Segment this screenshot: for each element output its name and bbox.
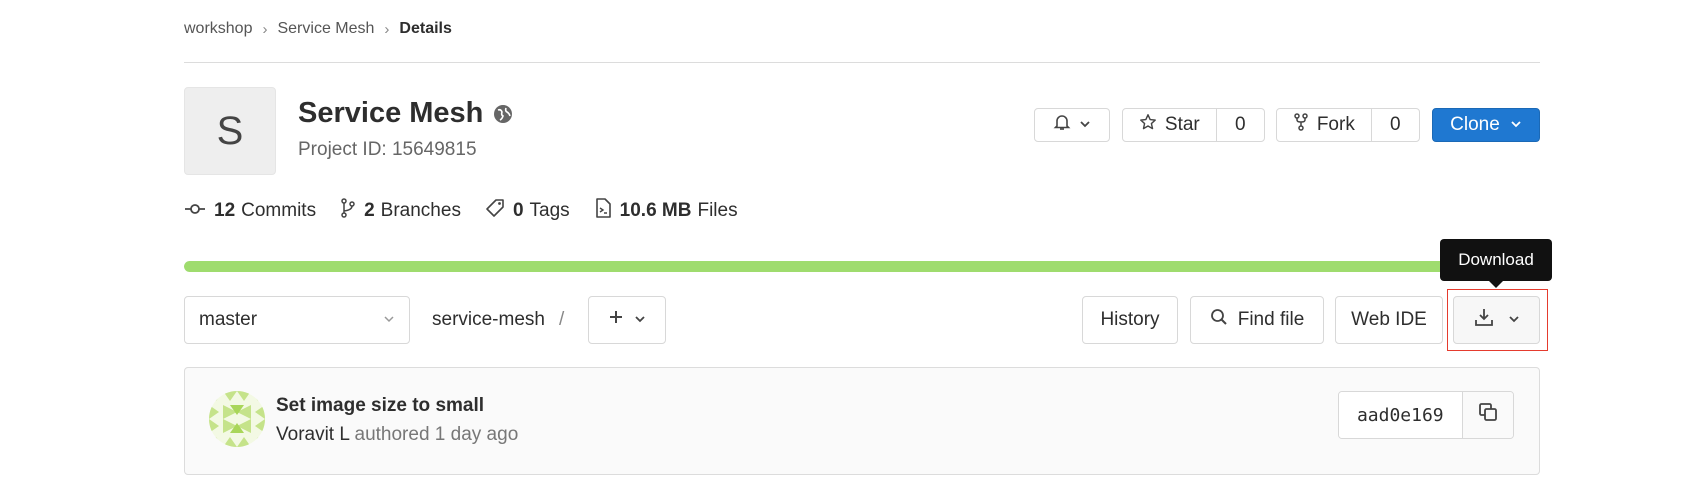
find-file-button[interactable]: Find file [1190,296,1324,344]
path-separator: / [558,309,565,330]
search-icon [1210,308,1228,332]
files-size: 10.6 MB [619,200,692,221]
branches-count: 2 [364,200,375,221]
project-id: Project ID: 15649815 [298,139,477,160]
tags-count: 0 [512,200,524,221]
copy-sha-button[interactable] [1461,392,1513,438]
fork-count[interactable]: 0 [1370,109,1419,141]
tags-label: Tags [529,200,570,221]
last-commit-panel [184,367,1540,475]
breadcrumb-item-workshop[interactable]: workshop [184,20,252,38]
commits-label: Commits [241,200,317,221]
web-ide-button[interactable]: Web IDE [1335,296,1443,344]
commit-author-avatar[interactable] [209,391,265,447]
copy-icon [1478,402,1498,428]
branches-stat[interactable]: 2 Branches [340,198,461,224]
commit-sha[interactable]: aad0e169 [1339,392,1462,438]
tag-icon [485,198,513,224]
commit-sha-group: aad0e169 [1338,391,1514,439]
find-file-label: Find file [1237,309,1305,330]
commit-meta: Voravit L authored 1 day ago [276,424,518,446]
chevron-down-icon [634,309,646,331]
commits-stat[interactable]: 12 Commits [184,200,316,222]
clone-label: Clone [1450,114,1500,135]
chevron-right-icon: › [384,20,390,38]
clone-dropdown-button[interactable]: Clone [1432,108,1540,142]
globe-icon [493,104,513,124]
project-title: Service Mesh [298,97,513,130]
project-stats: 12 Commits 2 Branches 0 Tags 10.6 MB Fil… [184,196,762,226]
branch-select-value: master [199,309,258,330]
fork-button[interactable]: Fork [1277,109,1371,141]
project-avatar: S [184,87,276,175]
bell-icon [1053,113,1071,137]
breadcrumb-item-current[interactable]: Details [399,20,451,38]
path-root-link[interactable]: service-mesh [432,309,545,331]
repo-path: service-mesh / [432,296,578,344]
fork-icon [1293,113,1309,137]
add-to-tree-button[interactable] [588,296,666,344]
star-count[interactable]: 0 [1215,109,1264,141]
star-icon [1139,113,1157,137]
fork-label: Fork [1316,114,1355,135]
files-label: Files [697,200,738,221]
chevron-right-icon: › [262,20,268,38]
file-icon [594,198,620,224]
breadcrumb-item-service-mesh[interactable]: Service Mesh [277,20,374,38]
repository-languages-bar [184,261,1540,272]
history-button[interactable]: History [1082,296,1178,344]
commit-authored-time: authored 1 day ago [354,424,519,445]
commit-author-link[interactable]: Voravit L [276,424,349,445]
star-button[interactable]: Star [1123,109,1216,141]
plus-icon [608,309,624,331]
commits-count: 12 [214,200,236,221]
project-title-text: Service Mesh [298,97,484,129]
notification-dropdown-button[interactable] [1034,108,1110,142]
star-label: Star [1164,114,1200,135]
fork-button-group: Fork 0 [1276,108,1420,142]
branch-icon [340,198,364,224]
header-divider [184,62,1540,63]
language-bar-fill [184,261,1540,272]
breadcrumb: workshop › Service Mesh › Details [184,18,452,40]
chevron-down-icon [1079,114,1091,136]
star-button-group: Star 0 [1122,108,1265,142]
chevron-down-icon [1510,114,1522,136]
commit-title-link[interactable]: Set image size to small [276,395,484,417]
commit-icon [184,200,214,222]
tooltip-arrow [1488,280,1504,288]
download-tooltip: Download [1440,239,1552,281]
tags-stat[interactable]: 0 Tags [485,198,570,224]
files-stat[interactable]: 10.6 MB Files [594,198,738,224]
download-highlight-box [1447,289,1548,351]
chevron-down-icon [383,309,395,331]
branches-label: Branches [380,200,461,221]
branch-select[interactable]: master [184,296,410,344]
